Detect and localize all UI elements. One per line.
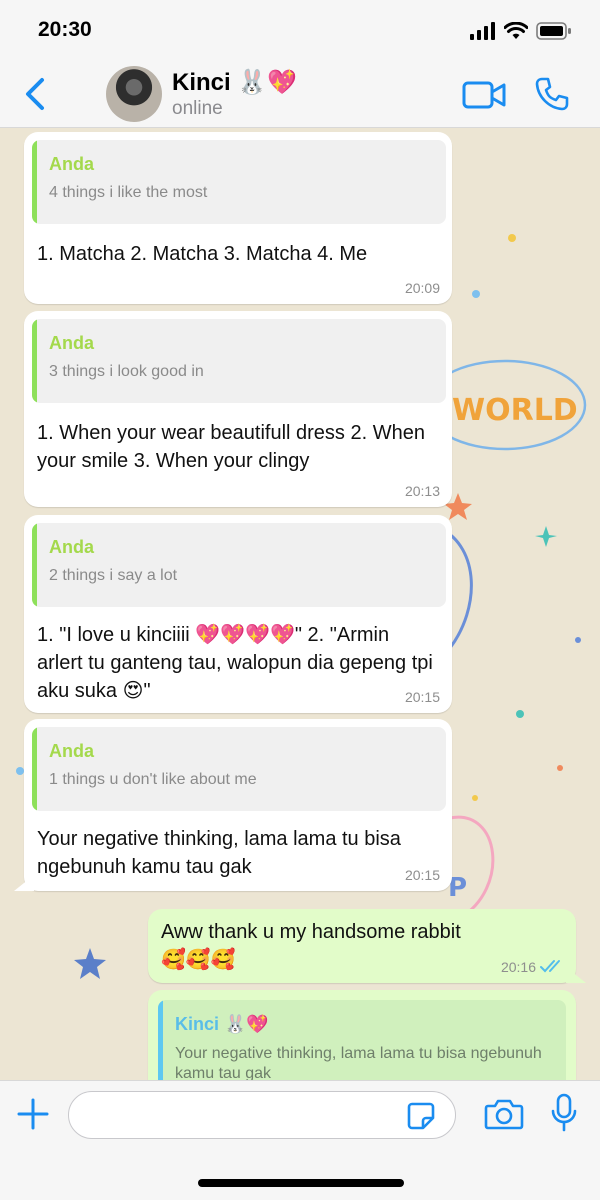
message-time: 20:15 [404,689,440,705]
voice-call-button[interactable] [534,76,570,112]
home-indicator [198,1179,404,1187]
microphone-icon [551,1093,577,1132]
cellular-signal-icon [470,22,495,40]
sticker-icon [407,1102,435,1130]
status-bar: 20:30 [0,0,600,62]
message-text: 1. Matcha 2. Matcha 3. Matcha 4. Me [37,243,368,265]
battery-icon [536,22,571,40]
wallpaper-world-text: WORLD [452,393,578,428]
message-input[interactable] [68,1091,456,1139]
message-time: 20:13 [404,483,440,499]
status-icons [470,22,572,40]
chat-header: Kinci 🐰💖 online [0,62,600,128]
quoted-reply[interactable]: Anda 2 things i say a lot [32,523,446,607]
quoted-author: Anda [49,333,94,353]
quoted-text: 2 things i say a lot [49,567,178,584]
message-text: Aww thank u my handsome rabbit 🥰🥰🥰 [161,921,461,971]
message-bubble-outgoing[interactable]: Aww thank u my handsome rabbit 🥰🥰🥰 20:16 [148,909,586,983]
quoted-reply[interactable]: Anda 3 things i look good in [32,319,446,403]
chevron-left-icon [26,78,44,110]
double-check-icon [540,960,560,973]
message-bubble-outgoing[interactable]: Kinci 🐰💖 Your negative thinking, lama la… [148,990,576,1080]
quoted-text: 3 things i look good in [49,363,204,380]
quoted-text: Your negative thinking, lama lama tu bis… [175,1045,542,1080]
message-bubble-incoming[interactable]: Anda 2 things i say a lot 1. "I love u k… [24,515,452,713]
input-bar [0,1080,600,1200]
message-bubble-incoming[interactable]: Anda 4 things i like the most 1. Matcha … [24,132,452,304]
message-time: 20:16 [500,959,536,975]
back-button[interactable] [22,76,52,112]
quoted-reply[interactable]: Anda 4 things i like the most [32,140,446,224]
phone-icon [535,77,569,111]
chat-area[interactable]: WORLD P Anda 4 things i like the most 1.… [0,128,600,1080]
contact-name[interactable]: Kinci 🐰💖 [172,68,297,97]
status-time: 20:30 [38,18,92,41]
message-bubble-incoming[interactable]: Anda 1 things u don't like about me Your… [14,719,452,891]
plus-icon [17,1098,49,1130]
microphone-button[interactable] [550,1093,578,1133]
message-text: Your negative thinking, lama lama tu bis… [37,828,401,878]
message-text: 1. "I love u kinciiii 💖💖💖💖" 2. "Armin ar… [37,624,433,702]
message-text: 1. When your wear beautifull dress 2. Wh… [37,422,425,472]
camera-button[interactable] [484,1097,524,1131]
message-time: 20:09 [404,280,440,296]
video-call-button[interactable] [462,80,506,110]
quoted-text: 1 things u don't like about me [49,771,257,788]
wifi-icon [504,22,528,39]
attach-button[interactable] [16,1097,50,1131]
sticker-button[interactable] [406,1101,436,1131]
quoted-author: Anda [49,154,94,174]
video-camera-icon [462,81,506,109]
avatar[interactable] [106,66,162,122]
quoted-text: 4 things i like the most [49,184,208,201]
quoted-author: Kinci 🐰💖 [175,1014,269,1034]
contact-status: online [172,98,223,119]
camera-icon [484,1099,524,1130]
quoted-reply[interactable]: Anda 1 things u don't like about me [32,727,446,811]
message-bubble-incoming[interactable]: Anda 3 things i look good in 1. When you… [24,311,452,507]
quoted-author: Anda [49,537,94,557]
quoted-reply[interactable]: Kinci 🐰💖 Your negative thinking, lama la… [158,1000,566,1080]
message-time: 20:15 [404,867,440,883]
quoted-author: Anda [49,741,94,761]
